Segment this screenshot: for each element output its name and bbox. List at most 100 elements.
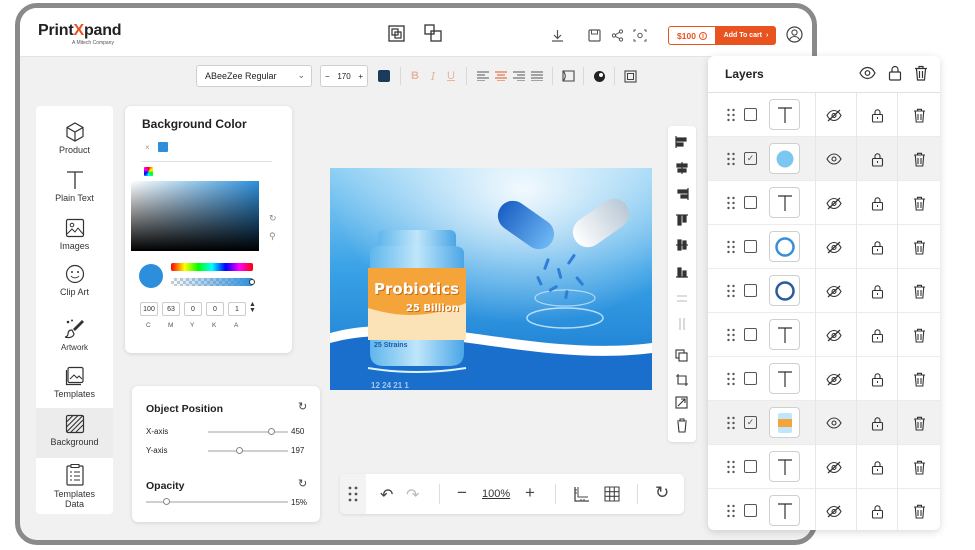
share-icon[interactable] [608,26,626,44]
eye-off-icon[interactable] [825,370,843,388]
align-left-edge-icon[interactable] [675,136,687,148]
trash-icon[interactable] [910,414,928,432]
cmyk-input-c[interactable]: 100 [140,302,158,316]
eye-off-icon[interactable] [825,282,843,300]
reset-icon[interactable]: ↻ [269,213,277,224]
layer-checkbox[interactable]: ✓ [744,416,757,429]
ruler-icon[interactable] [573,486,589,507]
align-right-icon[interactable] [512,69,526,83]
eye-off-icon[interactable] [825,106,843,124]
preview-icon[interactable] [631,26,649,44]
clear-color-icon[interactable]: × [145,143,150,152]
trash-icon[interactable] [910,150,928,168]
layer-checkbox[interactable] [744,108,757,121]
opacity-thumb[interactable] [163,498,170,505]
layers-back-icon[interactable] [424,24,442,42]
zoom-level[interactable]: 100% [482,488,510,500]
opacity-value[interactable]: 15% [291,498,307,507]
eye-off-icon[interactable] [825,458,843,476]
layer-row[interactable] [708,269,940,313]
layer-row[interactable]: ✓ [708,401,940,445]
resize-icon[interactable] [675,396,688,409]
drag-handle[interactable] [340,474,366,514]
hue-slider[interactable] [171,263,253,271]
align-center-icon[interactable] [494,69,508,83]
x-axis-value[interactable]: 450 [291,427,304,436]
increase-size-button[interactable]: + [358,72,363,81]
layer-row[interactable] [708,489,940,530]
drag-handle-icon[interactable] [726,372,736,391]
eye-icon[interactable] [859,66,876,85]
text-layer-icon[interactable] [769,187,800,218]
curve-text-icon[interactable] [561,69,575,83]
layer-row[interactable] [708,445,940,489]
y-axis-slider[interactable] [208,450,288,452]
cmyk-input-y[interactable]: 0 [184,302,202,316]
cmyk-input-m[interactable]: 63 [162,302,180,316]
font-family-select[interactable]: ABeeZee Regular ⌄ [196,65,312,87]
trash-icon[interactable] [914,65,928,86]
reset-opacity-icon[interactable]: ↻ [298,477,307,490]
eyedropper-icon[interactable]: ⚲ [269,231,276,242]
duplicate-icon[interactable] [675,349,688,362]
sidebar-item-artwork[interactable]: Artwork [36,312,113,362]
frame-icon[interactable] [623,69,637,83]
product-sub-text[interactable]: 25 Billion [406,303,459,314]
sidebar-item-templates[interactable]: Templates [36,360,113,410]
drag-handle-icon[interactable] [726,196,736,215]
lock-icon[interactable] [868,238,886,256]
text-layer-icon[interactable] [769,99,800,130]
trash-icon[interactable] [910,194,928,212]
logo[interactable]: PrintXpand [38,22,122,40]
distribute-v-icon[interactable] [679,318,685,330]
trash-icon[interactable] [910,502,928,520]
trash-icon[interactable] [910,326,928,344]
alpha-slider[interactable] [171,278,253,286]
grid-icon[interactable] [604,486,620,507]
drag-handle-icon[interactable] [726,504,736,523]
cmyk-input-k[interactable]: 0 [206,302,224,316]
drag-handle-icon[interactable] [726,152,736,171]
refresh-icon[interactable]: ↻ [655,483,669,503]
download-icon[interactable] [548,26,566,44]
eye-icon[interactable] [825,150,843,168]
eye-icon[interactable] [825,414,843,432]
undo-icon[interactable]: ↶ [380,485,393,505]
sidebar-item-clip-art[interactable]: Clip Art [36,258,113,308]
strains-text[interactable]: 25 Strains [374,342,407,349]
eye-off-icon[interactable] [825,502,843,520]
text-color-swatch[interactable] [378,70,390,82]
save-icon[interactable] [585,26,603,44]
layer-checkbox[interactable] [744,240,757,253]
ring-layer-icon[interactable] [769,275,800,306]
layer-row[interactable]: ✓ [708,137,940,181]
lock-icon[interactable] [868,150,886,168]
align-left-icon[interactable] [476,69,490,83]
user-icon[interactable] [785,25,803,43]
color-wheel-icon[interactable] [144,167,153,176]
layer-checkbox[interactable]: ✓ [744,152,757,165]
reset-position-icon[interactable]: ↻ [298,400,307,413]
design-canvas[interactable]: Probiotics 25 Billion 25 Strains 12 24 2… [330,168,652,390]
trash-icon[interactable] [910,238,928,256]
layer-checkbox[interactable] [744,372,757,385]
delete-icon[interactable] [677,418,687,433]
layer-checkbox[interactable] [744,504,757,517]
justify-icon[interactable] [530,69,544,83]
cmyk-input-a[interactable]: 1 [228,302,246,316]
eye-off-icon[interactable] [825,238,843,256]
lock-icon[interactable] [868,502,886,520]
trash-icon[interactable] [910,370,928,388]
circle-layer-icon[interactable] [769,143,800,174]
trash-icon[interactable] [910,458,928,476]
zoom-out-icon[interactable]: − [457,483,467,503]
redo-icon[interactable]: ↷ [406,485,419,505]
layer-row[interactable] [708,357,940,401]
x-axis-thumb[interactable] [268,428,275,435]
saturation-picker[interactable] [131,181,259,251]
italic-icon[interactable]: I [426,69,440,83]
layer-row[interactable] [708,313,940,357]
font-size-value[interactable]: 170 [337,72,350,81]
sidebar-item-templates-data[interactable]: Templates Data [36,458,113,514]
lock-icon[interactable] [868,106,886,124]
